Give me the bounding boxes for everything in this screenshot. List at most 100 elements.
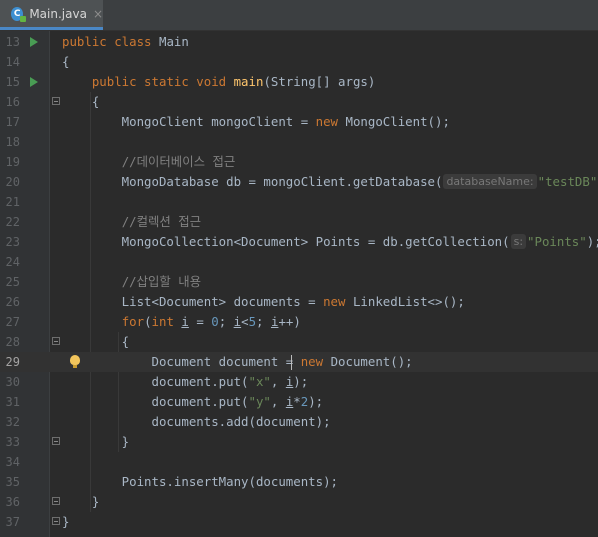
code-line[interactable]: 30 document.put("x", i); — [0, 372, 598, 392]
fold-icon[interactable] — [52, 437, 60, 445]
string-literal-token: "Points" — [527, 234, 587, 249]
code-line[interactable]: 35 Points.insertMany(documents); — [0, 472, 598, 492]
code-line[interactable]: 31 document.put("y", i*2); — [0, 392, 598, 412]
parameter-hint: databaseName: — [443, 174, 537, 189]
code-token: ); — [586, 234, 598, 249]
code-token: < — [241, 314, 249, 329]
code-line[interactable]: 20 MongoDatabase db = mongoClient.getDat… — [0, 172, 598, 192]
line-number: 19 — [5, 155, 20, 169]
code-token: } — [62, 434, 130, 449]
code-line[interactable]: 34 — [0, 452, 598, 472]
code-area[interactable]: 13 public class Main 14 {15 public static v… — [0, 31, 598, 537]
code-token: ); — [308, 394, 324, 409]
string-literal-token: "x" — [248, 374, 271, 389]
code-line[interactable]: 16 { — [0, 92, 598, 112]
code-line[interactable]: 37} — [0, 512, 598, 532]
code-text: public class Main — [62, 32, 189, 52]
code-text: List<Document> documents = new LinkedLis… — [62, 292, 465, 312]
code-text: document.put("y", i*2); — [62, 392, 324, 412]
code-token: ( — [144, 314, 152, 329]
number-literal-token: 5 — [248, 314, 257, 329]
fold-icon[interactable] — [52, 97, 60, 105]
code-line[interactable]: 21 — [0, 192, 598, 212]
code-line[interactable]: 13 public class Main — [0, 32, 598, 52]
code-text: document.put("x", i); — [62, 372, 309, 392]
line-number: 24 — [5, 255, 20, 269]
code-text: //삽입할 내용 — [62, 272, 201, 292]
line-number: 20 — [5, 175, 20, 189]
code-line[interactable]: 25 //삽입할 내용 — [0, 272, 598, 292]
code-text: //컬렉션 접근 — [62, 212, 201, 232]
code-text: Document document = new Document(); — [62, 352, 413, 372]
string-literal-token: "testDB" — [537, 174, 598, 189]
tab-main-java[interactable]: C Main.java × — [0, 0, 103, 30]
code-line[interactable]: 29 Document document = new Document(); — [0, 352, 598, 372]
code-token: Points.insertMany(documents); — [62, 474, 339, 489]
code-line[interactable]: 36 } — [0, 492, 598, 512]
line-number: 29 — [5, 355, 20, 369]
code-token: { — [62, 334, 130, 349]
code-line[interactable]: 17 MongoClient mongoClient = new MongoCl… — [0, 112, 598, 132]
comment-token: //삽입할 내용 — [121, 274, 202, 289]
code-token: ); — [293, 374, 309, 389]
run-icon[interactable] — [30, 37, 38, 47]
string-literal-token: "y" — [248, 394, 271, 409]
line-number: 33 — [5, 435, 20, 449]
keyword-token: for — [121, 314, 145, 329]
line-number: 13 — [5, 35, 20, 49]
code-line[interactable]: 26 List<Document> documents = new Linked… — [0, 292, 598, 312]
code-line[interactable]: 22 //컬렉션 접근 — [0, 212, 598, 232]
method-name-token: main — [233, 74, 264, 89]
tab-label: Main.java — [29, 6, 87, 21]
fold-icon[interactable] — [52, 337, 60, 345]
code-token: Main — [158, 34, 189, 49]
code-editor[interactable]: 13 public class Main 14 {15 public static v… — [0, 31, 598, 537]
fold-icon[interactable] — [52, 517, 60, 525]
line-number: 26 — [5, 295, 20, 309]
line-number: 30 — [5, 375, 20, 389]
code-text: MongoClient mongoClient = new MongoClien… — [62, 112, 450, 132]
keyword-token: public static void — [91, 74, 234, 89]
text-caret — [291, 355, 292, 370]
code-text: } — [62, 512, 69, 532]
editor-tab-bar: C Main.java × — [0, 0, 598, 31]
code-line[interactable]: 32 documents.add(document); — [0, 412, 598, 432]
line-number: 37 — [5, 515, 20, 529]
code-token: ; — [256, 314, 271, 329]
code-token: (String[] args) — [263, 74, 376, 89]
code-token: MongoCollection<Document> Points = db.ge… — [62, 234, 510, 249]
close-icon[interactable]: × — [93, 8, 103, 20]
run-icon[interactable] — [30, 77, 38, 87]
code-text: MongoDatabase db = mongoClient.getDataba… — [62, 172, 598, 192]
line-number: 32 — [5, 415, 20, 429]
line-number: 23 — [5, 235, 20, 249]
code-text: { — [62, 52, 69, 72]
code-line[interactable]: 33 } — [0, 432, 598, 452]
code-token: document.put( — [62, 374, 249, 389]
code-token: { — [62, 94, 100, 109]
line-number: 16 — [5, 95, 20, 109]
code-token: MongoDatabase db = mongoClient.getDataba… — [62, 174, 443, 189]
code-line[interactable]: 28 { — [0, 332, 598, 352]
code-line[interactable]: 19 //데이터베이스 접근 — [0, 152, 598, 172]
keyword-token: new — [300, 354, 331, 369]
code-line[interactable]: 23 MongoCollection<Document> Points = db… — [0, 232, 598, 252]
code-line[interactable]: 18 — [0, 132, 598, 152]
loop-variable-token: i — [181, 314, 189, 329]
code-line[interactable]: 14 { — [0, 52, 598, 72]
code-token: Document(); — [330, 354, 413, 369]
code-text: //데이터베이스 접근 — [62, 152, 236, 172]
keyword-token: public class — [62, 34, 159, 49]
code-line[interactable]: 24 — [0, 252, 598, 272]
keyword-token: new — [323, 294, 353, 309]
code-line[interactable]: 15 public static void main(String[] args… — [0, 72, 598, 92]
keyword-token: int — [151, 314, 182, 329]
comment-token: //데이터베이스 접근 — [121, 154, 236, 169]
code-token: ++) — [278, 314, 301, 329]
fold-icon[interactable] — [52, 497, 60, 505]
code-line[interactable]: 27 for(int i = 0; i<5; i++) — [0, 312, 598, 332]
line-number: 35 — [5, 475, 20, 489]
